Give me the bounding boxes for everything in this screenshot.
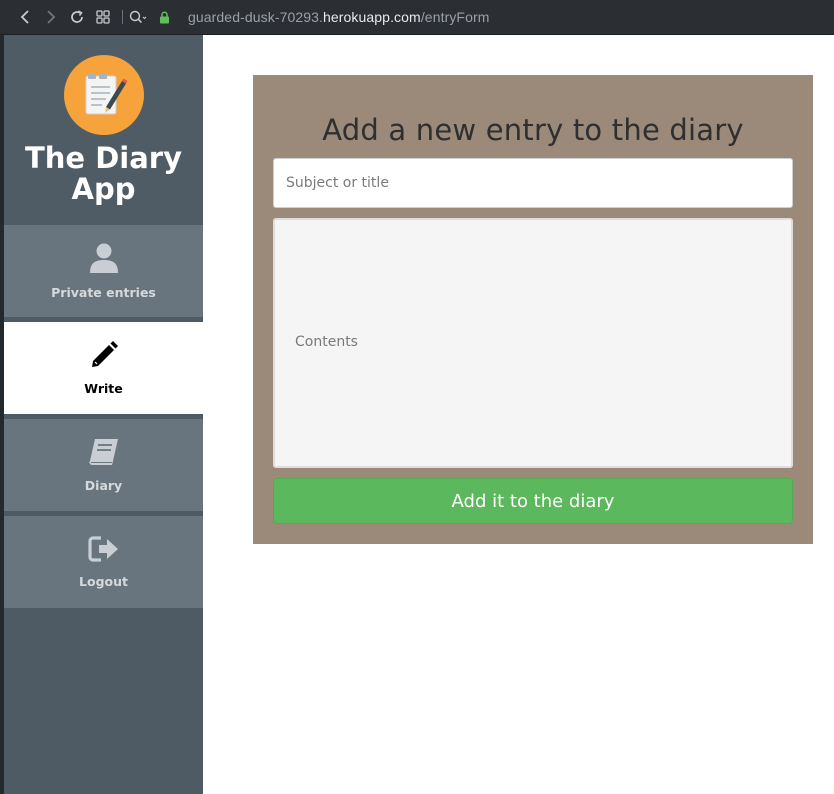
nav-label: Private entries xyxy=(51,285,156,300)
forward-icon[interactable] xyxy=(38,5,64,29)
nav-logout[interactable]: Logout xyxy=(4,516,203,608)
page-title: Add a new entry to the diary xyxy=(322,113,744,147)
brand-header: The Diary App xyxy=(4,35,203,225)
sign-out-icon xyxy=(87,535,120,568)
subject-input[interactable] xyxy=(273,158,793,208)
url-domain: herokuapp.com xyxy=(323,9,421,25)
add-entry-button[interactable]: Add it to the diary xyxy=(273,478,793,524)
url-subdomain: guarded-dusk-70293. xyxy=(188,9,323,25)
lock-icon xyxy=(159,11,170,24)
contents-textarea[interactable] xyxy=(273,218,793,468)
app-title: The Diary App xyxy=(25,141,182,206)
nav-private-entries[interactable]: Private entries xyxy=(4,225,203,317)
tabs-grid-icon[interactable] xyxy=(90,5,116,29)
address-bar[interactable]: guarded-dusk-70293. herokuapp.com/entryFo… xyxy=(159,9,490,25)
nav-label: Logout xyxy=(79,574,128,589)
user-icon xyxy=(89,242,119,279)
url-path: /entryForm xyxy=(420,9,490,25)
browser-toolbar: guarded-dusk-70293. herokuapp.com/entryFo… xyxy=(0,0,834,35)
entry-form-card: Add a new entry to the diary Add it to t… xyxy=(253,75,813,544)
nav-write[interactable]: Write xyxy=(4,322,203,414)
pencil-icon xyxy=(89,340,119,375)
nav-label: Diary xyxy=(84,478,123,493)
toolbar-divider xyxy=(122,10,123,24)
sidebar: The Diary App Private entries Write Diar… xyxy=(0,35,203,794)
reload-icon[interactable] xyxy=(64,5,90,29)
notepad-pen-icon xyxy=(63,55,144,135)
nav-label: Write xyxy=(84,381,123,396)
book-icon xyxy=(87,437,121,472)
zoom-icon[interactable] xyxy=(125,5,151,29)
back-icon[interactable] xyxy=(12,5,38,29)
nav-diary[interactable]: Diary xyxy=(4,419,203,511)
